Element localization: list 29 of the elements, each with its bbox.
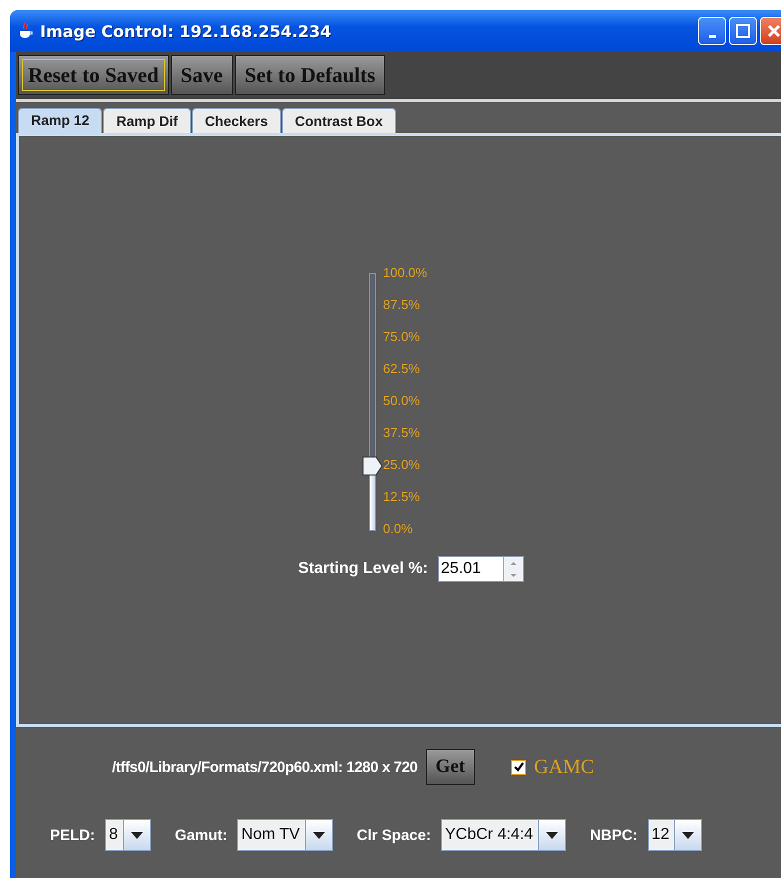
format-path: /tffs0/Library/Formats/720p60.xml: 1280 x 720 bbox=[112, 758, 418, 776]
tick-label: 50.0% bbox=[383, 393, 420, 408]
get-button[interactable]: Get bbox=[426, 749, 476, 785]
dropdown[interactable]: 8 bbox=[105, 819, 151, 851]
tab[interactable]: Contrast Box bbox=[282, 108, 396, 133]
dropdown-label: PELD: bbox=[50, 826, 95, 844]
tick-label: 37.5% bbox=[383, 425, 420, 440]
tab[interactable]: Ramp 12 bbox=[18, 108, 102, 133]
tab[interactable]: Ramp Dif bbox=[103, 108, 191, 133]
dropdown[interactable]: Nom TV bbox=[237, 819, 333, 851]
tick-label: 25.0% bbox=[383, 457, 420, 472]
dropdown-label: Gamut: bbox=[174, 826, 228, 844]
tick-label: 12.5% bbox=[383, 489, 420, 504]
dropdown[interactable]: YCbCr 4:4:4 bbox=[441, 819, 566, 851]
toolbar-button[interactable]: Reset to Saved bbox=[18, 55, 169, 95]
tick-label: 87.5% bbox=[383, 297, 420, 312]
checkbox-label: GAMC bbox=[534, 756, 594, 778]
window-title: Image Control: 192.168.254.234 bbox=[40, 22, 332, 40]
dropdown-label: NBPC: bbox=[590, 826, 638, 844]
tick-label: 62.5% bbox=[383, 361, 420, 376]
tick-label: 0.0% bbox=[383, 521, 413, 536]
field-label: Starting Level %: bbox=[298, 560, 428, 578]
toolbar-button[interactable]: Save bbox=[170, 55, 233, 95]
tick-label: 75.0% bbox=[383, 329, 420, 344]
tab[interactable]: Checkers bbox=[192, 108, 281, 133]
toolbar-button[interactable]: Set to Defaults bbox=[234, 55, 386, 95]
tick-label: 100.0% bbox=[383, 265, 428, 280]
dropdown[interactable]: 12 bbox=[648, 819, 702, 851]
dropdown-label: Clr Space: bbox=[356, 826, 431, 844]
